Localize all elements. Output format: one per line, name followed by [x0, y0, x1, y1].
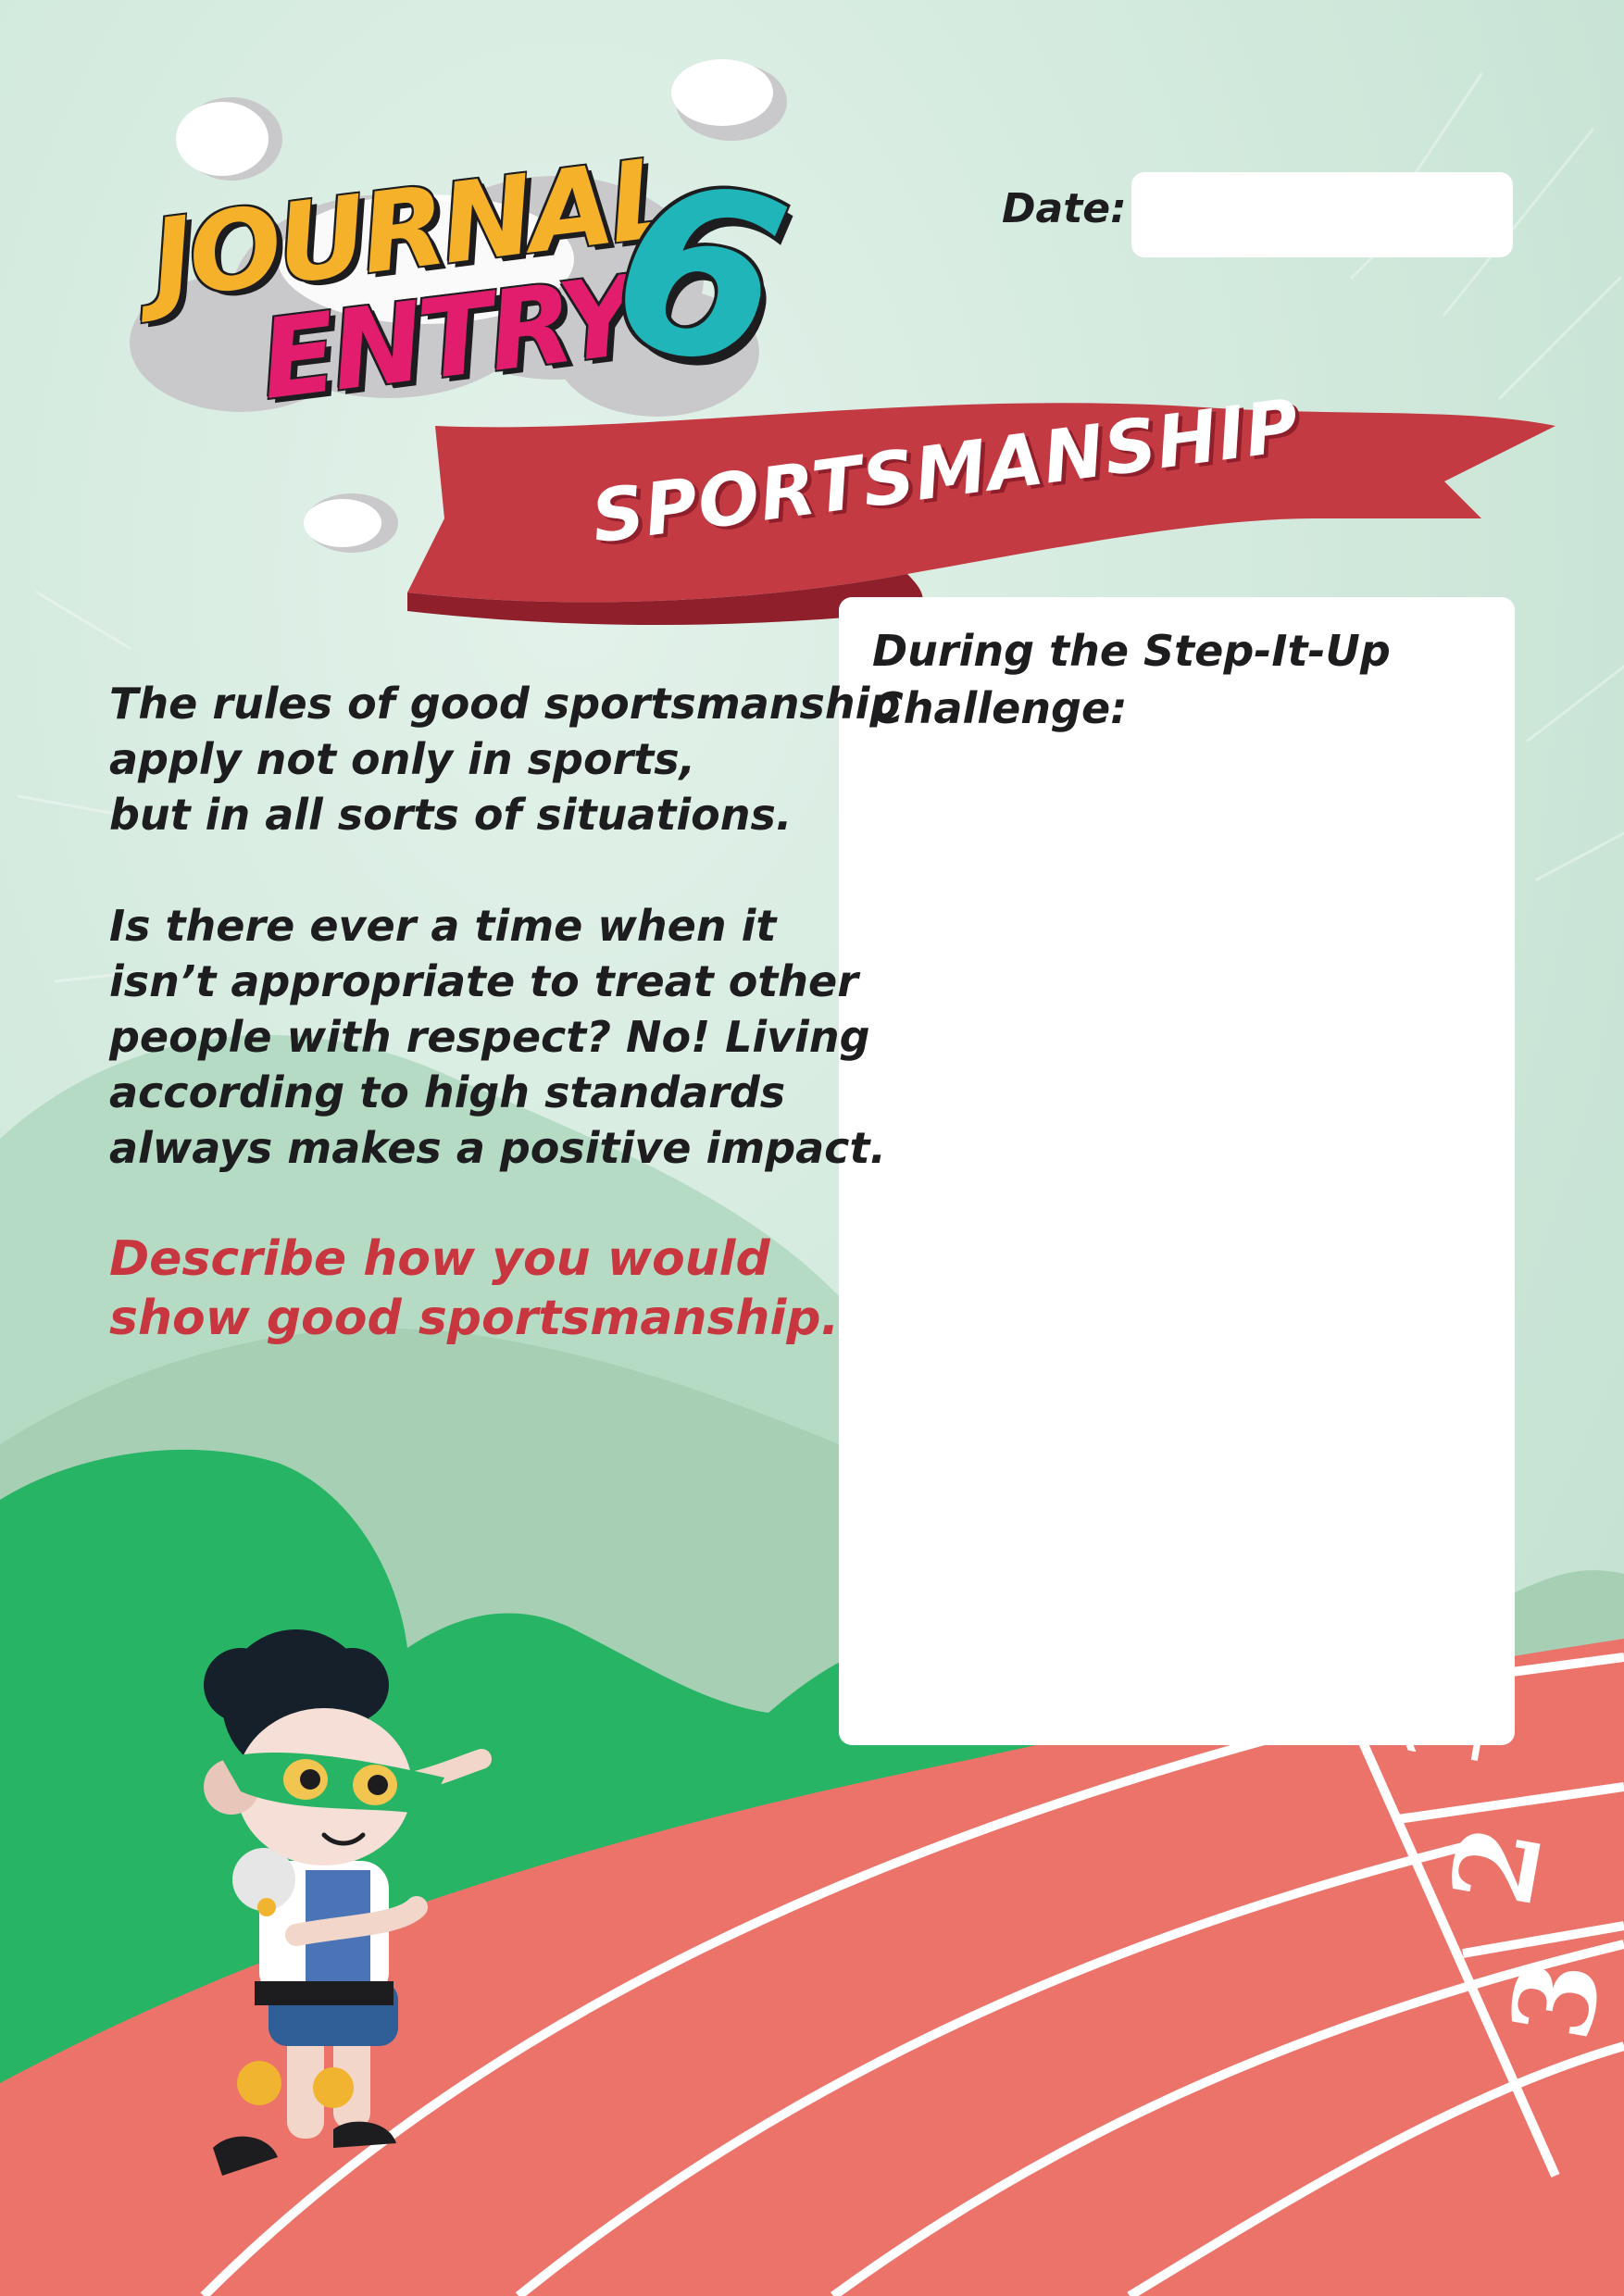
- intro-line: people with respect? No! Living: [109, 1012, 870, 1062]
- answer-panel-title: During the Step-It-Up Challenge:: [872, 626, 1391, 733]
- intro-line: Is there ever a time when it: [109, 901, 777, 951]
- intro-paragraph-1: The rules of good sportsmanship apply no…: [109, 676, 901, 842]
- date-field[interactable]: [1131, 172, 1513, 257]
- kid-legs: [213, 1981, 398, 2176]
- prompt-line: Describe how you would: [109, 1231, 770, 1287]
- writing-prompt: Describe how you would show good sportsm…: [109, 1229, 839, 1348]
- intro-paragraph-2: Is there ever a time when it isn’t appro…: [109, 898, 886, 1176]
- answer-panel[interactable]: [839, 597, 1515, 1745]
- intro-line: isn’t appropriate to treat other: [109, 956, 858, 1006]
- intro-line: The rules of good sportsmanship: [109, 679, 901, 729]
- intro-line: according to high standards: [109, 1067, 786, 1117]
- kid-head: [204, 1629, 444, 1866]
- journal-page: JOURNAL ENTRY 6 Date: SPORTSMANSHIP Duri…: [0, 0, 1624, 2296]
- intro-line: but in all sorts of situations.: [109, 790, 793, 840]
- intro-line: always makes a positive impact.: [109, 1123, 886, 1173]
- runner-kid-illustration: [204, 1629, 492, 2176]
- date-label: Date:: [1002, 185, 1127, 232]
- prompt-line: show good sportsmanship.: [109, 1291, 840, 1346]
- intro-line: apply not only in sports,: [109, 734, 696, 784]
